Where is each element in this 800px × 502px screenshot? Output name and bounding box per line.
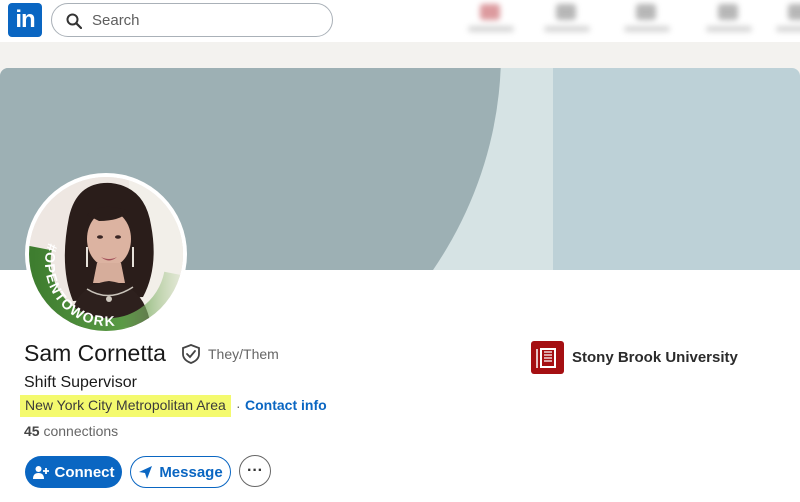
connections-count[interactable]: 45 connections — [24, 423, 118, 439]
school-name: Stony Brook University — [572, 349, 738, 366]
school-link[interactable]: Stony Brook University — [531, 341, 738, 374]
profile-location: New York City Metropolitan Area — [20, 395, 231, 417]
search-box[interactable] — [51, 3, 333, 37]
school-logo — [531, 341, 564, 374]
verified-shield-icon[interactable] — [180, 343, 202, 365]
profile-pronouns: They/Them — [208, 346, 279, 362]
profile-name: Sam Cornetta — [24, 340, 166, 366]
nav-item-blurred[interactable] — [700, 2, 758, 38]
nav-item-blurred[interactable] — [618, 2, 676, 38]
message-button[interactable]: Message — [130, 456, 231, 488]
send-icon — [139, 465, 153, 479]
more-button[interactable]: ··· — [239, 455, 271, 487]
search-input[interactable] — [92, 4, 322, 36]
avatar-image: #OPENTOWORK — [29, 177, 183, 331]
nav-item-blurred[interactable] — [770, 2, 800, 38]
add-person-icon — [32, 466, 49, 479]
more-icon: ··· — [247, 462, 263, 479]
search-icon — [66, 13, 82, 29]
linkedin-logo[interactable]: in — [8, 3, 42, 37]
avatar: #OPENTOWORK — [29, 177, 183, 331]
nav-item-blurred[interactable] — [462, 2, 520, 38]
profile-headline: Shift Supervisor — [24, 374, 137, 391]
message-label: Message — [159, 463, 223, 481]
profile-photo[interactable]: #OPENTOWORK — [25, 173, 187, 335]
profile-card: #OPENTOWORK Sam Cornetta They/Them Shift… — [0, 68, 800, 502]
top-nav-bar: in — [0, 0, 800, 42]
contact-info-link[interactable]: Contact info — [245, 397, 327, 413]
connect-button[interactable]: Connect — [25, 456, 122, 488]
connections-number: 45 — [24, 423, 40, 439]
connect-label: Connect — [54, 463, 115, 481]
nav-item-blurred[interactable] — [538, 2, 596, 38]
connections-label: connections — [43, 423, 119, 439]
separator-dot: · — [236, 398, 241, 414]
